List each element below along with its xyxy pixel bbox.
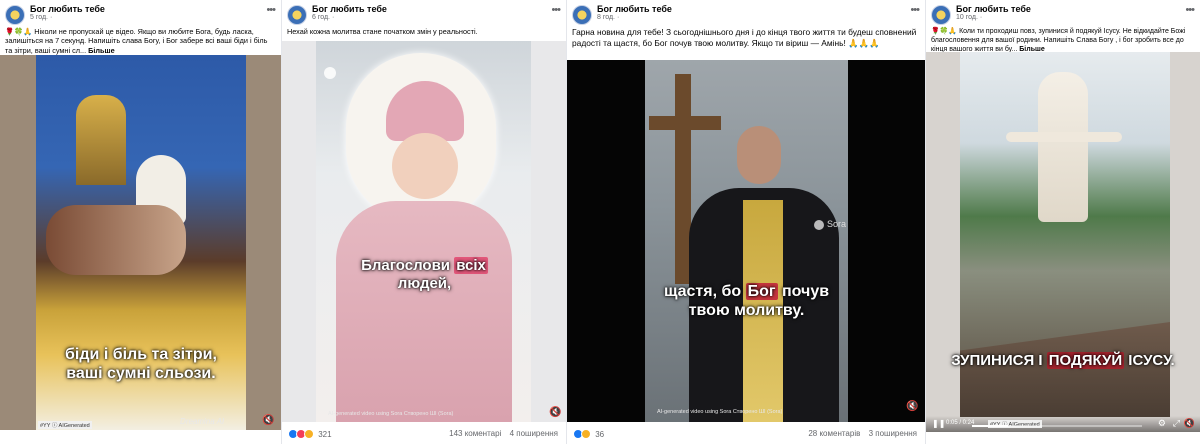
subtitle-part: людей, [397,275,452,292]
post-stats: 28 коментарів 3 поширення [802,429,917,438]
video-frame [316,41,531,422]
video-time: 0:05 / 0:24 [946,420,975,426]
ai-tags: #YY ⓘ AIGenerated [38,421,92,429]
mute-icon[interactable]: 🔇 [549,407,561,418]
subtitle-highlight: Бог [745,283,778,300]
caption-text: 🌹🍀🙏 Ніколи не пропускай це відео. Якщо в… [5,27,268,55]
page-avatar[interactable] [287,5,307,25]
sora-logo-icon [814,220,824,230]
reaction-count: 36 [595,430,605,439]
progress-bar[interactable] [972,425,1142,427]
subtitle-highlight: ПОДЯКУЙ [1046,352,1125,369]
video-watermark: AI-generated video using Sora Створено Ш… [657,409,783,415]
post-video[interactable]: Благослови всіх людей, AI-generated vide… [282,41,566,422]
page-name[interactable]: Бог любить тебе [597,4,672,14]
post-header: Бог любить тебе 5 год. · ••• [0,0,281,26]
subtitle-part: почув [782,283,830,300]
page-avatar[interactable] [931,5,951,25]
mute-icon[interactable]: 🔇 [1184,418,1195,429]
video-subtitle: Благослови всіх людей, [282,257,566,293]
post-caption: Нехай кожна молитва стане початком змін … [287,27,478,36]
video-watermark: Dreamina AI [180,417,225,426]
post-card-2: Бог любить тебе 6 год. · ••• Нехай кожна… [282,0,567,444]
page-avatar[interactable] [572,5,592,25]
post-time[interactable]: 5 год. · [30,14,52,21]
subtitle-part: твою молитву. [688,302,805,320]
post-footer: 36 28 коментарів 3 поширення [567,424,925,444]
progress-fill [972,425,1008,427]
page-avatar[interactable] [5,5,25,25]
video-subtitle: біди і біль та зітри, ваші сумні сльози. [65,346,217,383]
comments-count[interactable]: 143 коментарі [449,429,501,438]
video-subtitle: щастя, бо Бог почув твою молитву. [567,282,925,320]
post-time[interactable]: 6 год. · [312,14,334,21]
subtitle-part: Благослови [361,257,451,274]
care-icon [581,429,591,439]
page-name[interactable]: Бог любить тебе [956,4,1031,14]
post-video[interactable]: біди і біль та зітри, ваші сумні сльози.… [0,55,281,430]
comments-count[interactable]: 28 коментарів [808,429,860,438]
subtitle-highlight: всіх [454,257,488,274]
more-options-icon[interactable]: ••• [551,4,561,16]
arms-shape [1006,132,1122,142]
post-time[interactable]: 10 год. · [956,14,982,21]
post-card-1: Бог любить тебе 5 год. · ••• 🌹🍀🙏 Ніколи … [0,0,282,444]
pause-icon[interactable]: ❚❚ [932,419,945,428]
altar-shape [76,95,126,185]
post-caption: 🌹🍀🙏 Коли ти проходиш повз, зупинися й по… [931,27,1192,54]
cross-bar-shape [649,116,721,130]
face-shape [392,133,458,199]
see-more-link[interactable]: Більше [88,46,115,55]
subtitle-part: щастя, бо [663,283,742,300]
feed-row: Бог любить тебе 5 год. · ••• 🌹🍀🙏 Ніколи … [0,0,1200,444]
mute-icon[interactable]: 🔇 [906,401,918,412]
coat-shape [336,201,512,422]
shares-count[interactable]: 4 поширення [510,429,558,438]
reactions[interactable]: 321 [288,429,332,439]
post-stats: 143 коментарі 4 поширення [443,429,558,438]
fullscreen-icon[interactable]: ⤢ [1173,418,1180,429]
post-header: Бог любить тебе 8 год. · ••• [567,0,925,26]
caption-text: 🌹🍀🙏 Коли ти проходиш повз, зупинися й по… [931,28,1186,54]
post-card-4: Бог любить тебе 10 год. · ••• 🌹🍀🙏 Коли т… [926,0,1200,444]
post-header: Бог любить тебе 10 год. · ••• [926,0,1200,26]
floating-figure-shape [1038,72,1088,222]
subtitle-part: ІСУСУ. [1128,352,1175,369]
video-subtitle: ЗУПИНИСЯ І ПОДЯКУЙ ІСУСУ. [926,352,1200,370]
settings-icon[interactable]: ⚙ [1158,418,1166,429]
mute-icon[interactable]: 🔇 [262,415,274,426]
post-header: Бог любить тебе 6 год. · ••• [282,0,566,26]
post-video[interactable]: щастя, бо Бог почув твою молитву. Sora A… [567,60,925,422]
subtitle-part: ЗУПИНИСЯ І [951,352,1043,369]
reclining-figure-shape [46,205,186,275]
post-card-3: Бог любить тебе 8 год. · ••• Гарна новин… [567,0,926,444]
more-options-icon[interactable]: ••• [1185,4,1195,16]
post-time[interactable]: 8 год. · [597,14,619,21]
post-caption: 🌹🍀🙏 Ніколи не пропускай це відео. Якщо в… [5,27,273,55]
video-watermark: AI-generated video using Sora Створено Ш… [328,411,454,417]
page-name[interactable]: Бог любить тебе [312,4,387,14]
more-options-icon[interactable]: ••• [910,4,920,16]
page-name[interactable]: Бог любить тебе [30,4,105,14]
video-frame [645,60,848,422]
shares-count[interactable]: 3 поширення [869,429,917,438]
post-caption: Гарна новина для тебе! З сьогоднішнього … [572,27,917,49]
more-options-icon[interactable]: ••• [266,4,276,16]
sora-label: Sora [827,219,847,229]
sora-logo-icon [324,67,336,79]
reaction-count: 321 [318,430,332,439]
reactions[interactable]: 36 [573,429,604,439]
head-shape [737,126,781,184]
post-footer: 321 143 коментарі 4 поширення [282,424,566,444]
video-controls: ❚❚ 0:05 / 0:24 #YY ⓘ AIGenerated ⚙ ⤢ 🔇 [926,416,1200,432]
post-video[interactable]: ЗУПИНИСЯ І ПОДЯКУЙ ІСУСУ. ❚❚ 0:05 / 0:24… [926,52,1200,432]
care-icon [304,429,314,439]
